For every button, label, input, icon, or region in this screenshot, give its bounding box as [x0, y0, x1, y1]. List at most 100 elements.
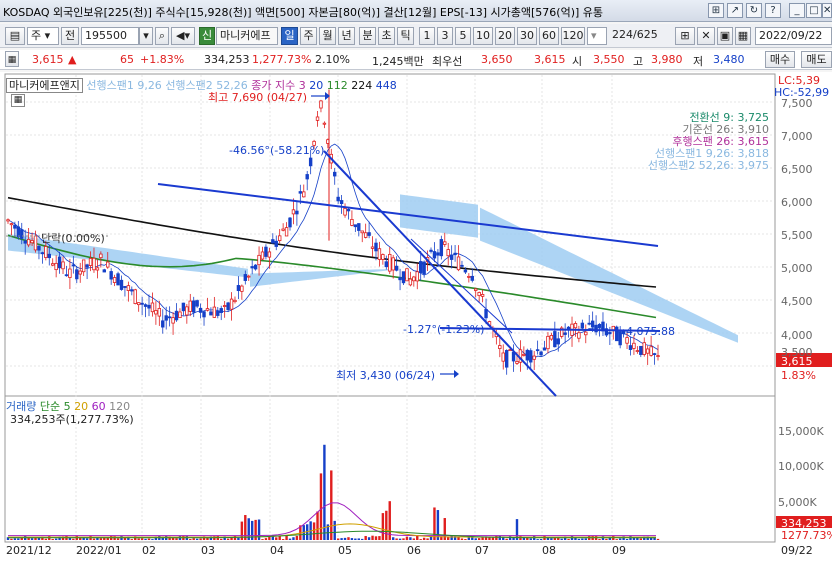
volume-bar: [584, 538, 587, 540]
candle-body: [167, 316, 172, 319]
crosshair-icon[interactable]: ✕: [697, 27, 715, 45]
volume-bar: [625, 539, 629, 540]
refresh-icon[interactable]: ↻: [746, 3, 762, 18]
candle-body: [164, 315, 168, 321]
candle-body: [112, 277, 117, 283]
candle-body: [453, 252, 457, 256]
candle-body: [13, 224, 17, 229]
date-tick: 03: [201, 544, 215, 557]
candle-body: [71, 264, 76, 267]
date-tick: 2021/12: [6, 544, 52, 557]
candle-body: [95, 267, 100, 271]
candle-body: [652, 353, 657, 355]
volume-pct: 1,277.73%: [252, 53, 312, 66]
candle-body: [23, 240, 27, 244]
code-dropdown-icon[interactable]: ▾: [139, 27, 153, 45]
zoom-icon[interactable]: ⊞: [675, 27, 695, 45]
tab-second[interactable]: 초: [378, 27, 395, 45]
interval-1[interactable]: 1: [419, 27, 435, 45]
menu-icon[interactable]: ▤: [5, 27, 25, 45]
volume-bar: [367, 537, 371, 540]
tab-minute[interactable]: 분: [359, 27, 376, 45]
candle-body: [68, 268, 72, 278]
volume-bar: [385, 510, 388, 540]
candle-body: [81, 259, 86, 273]
close-icon[interactable]: ✕: [822, 3, 832, 18]
volume-bar: [347, 537, 350, 540]
candle-body: [119, 279, 124, 290]
maximize-icon[interactable]: □: [806, 3, 822, 18]
candle-body: [178, 311, 182, 319]
layout-icon[interactable]: ⊞: [708, 3, 724, 18]
volume-bar: [354, 538, 357, 540]
sound-icon[interactable]: ◀▾: [171, 27, 195, 45]
help-icon[interactable]: ?: [765, 3, 781, 18]
candle-body: [432, 251, 437, 259]
volume-bar: [374, 536, 378, 540]
interval-60[interactable]: 60: [539, 27, 559, 45]
interval-dropdown[interactable]: ▾: [587, 27, 607, 45]
interval-20[interactable]: 20: [495, 27, 515, 45]
interval-3[interactable]: 3: [437, 27, 453, 45]
trend1-annotation: -46.56°(-58.21%): [229, 144, 325, 157]
save-icon[interactable]: ▣: [717, 27, 733, 45]
candle-body: [522, 353, 526, 356]
volume-bar: [350, 538, 354, 540]
legend-ma224: 224: [351, 79, 373, 92]
interval-5[interactable]: 5: [455, 27, 471, 45]
candle-body: [106, 261, 110, 268]
code-input[interactable]: 195500: [81, 27, 139, 45]
price-change-pct: +1.83%: [140, 53, 185, 66]
candle-body: [212, 306, 217, 318]
search-icon[interactable]: ⌕: [155, 27, 169, 45]
volume-bar: [474, 538, 477, 540]
tab-year[interactable]: 년: [338, 27, 355, 45]
candle-body: [511, 351, 516, 362]
date-tick: 09: [612, 544, 626, 557]
date-input[interactable]: 2022/09/22: [755, 27, 832, 45]
chart-area[interactable]: 마니커에프앤지 선행스팬1 9,26 선행스팬2 52,26 종가 지수 3 2…: [0, 72, 832, 564]
interval-30[interactable]: 30: [517, 27, 537, 45]
candle-body: [501, 352, 505, 362]
candle-body: [580, 322, 585, 329]
candle-body: [556, 338, 560, 345]
tab-week[interactable]: 주: [300, 27, 317, 45]
candle-body: [539, 351, 543, 356]
volume-bar: [505, 538, 508, 540]
buy-button[interactable]: 매수: [765, 51, 795, 68]
date-tick: 2022/01: [76, 544, 122, 557]
market-select[interactable]: 주 ▾: [27, 27, 59, 45]
tab-month[interactable]: 월: [319, 27, 336, 45]
volume-bar: [364, 535, 367, 540]
candle-body: [370, 246, 375, 249]
candle-body: [37, 245, 41, 251]
candle-body: [154, 310, 158, 315]
candle-body: [54, 262, 58, 271]
candle-body: [44, 246, 48, 258]
minimize-icon[interactable]: _: [789, 3, 805, 18]
price-tick: 5,000: [781, 262, 813, 275]
candle-body: [20, 229, 24, 239]
interval-10[interactable]: 10: [473, 27, 493, 45]
volume-bar: [378, 536, 381, 540]
candle-body: [346, 208, 351, 212]
tab-tick[interactable]: 틱: [397, 27, 414, 45]
candle-body: [64, 274, 69, 277]
credit-badge: 신: [199, 27, 215, 45]
code-search-button[interactable]: 전: [61, 27, 79, 45]
popout-icon[interactable]: ↗: [727, 3, 743, 18]
grid-icon[interactable]: ▦: [735, 27, 751, 45]
volume-bar: [288, 538, 292, 540]
candle-body: [260, 251, 265, 260]
settings-icon[interactable]: ▦: [11, 94, 25, 107]
sell-button[interactable]: 매도: [801, 51, 832, 68]
volume-bar: [581, 538, 584, 540]
interval-120[interactable]: 120: [561, 27, 585, 45]
volume-bar: [195, 538, 199, 540]
tab-day[interactable]: 일: [281, 27, 298, 45]
candle-body: [608, 332, 612, 335]
price-row-icon[interactable]: ▦: [5, 51, 19, 67]
candle-body: [226, 302, 230, 310]
legend-ma448: 448: [375, 79, 397, 92]
low-label: 저: [693, 55, 704, 68]
